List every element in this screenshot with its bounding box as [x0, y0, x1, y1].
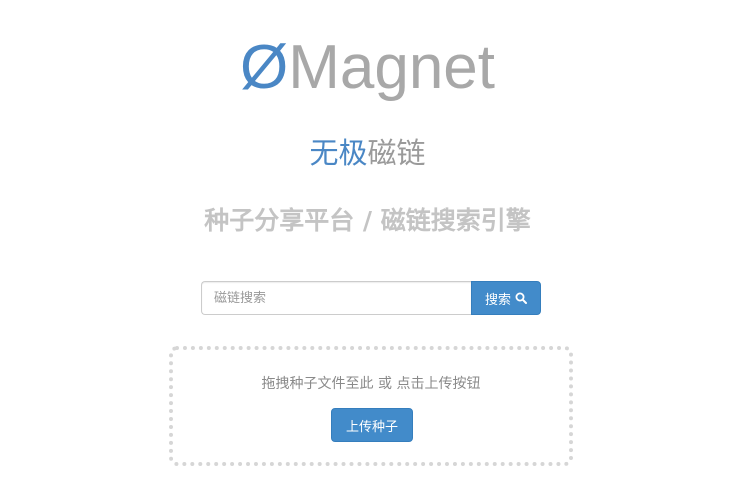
- logo-mark: Ø: [239, 33, 289, 102]
- logo-word: Magnet: [288, 33, 496, 102]
- search-input[interactable]: [201, 281, 471, 315]
- search-button-label: 搜索: [484, 292, 511, 308]
- search-icon: [515, 292, 527, 304]
- subtitle-accent: 无极: [309, 136, 368, 170]
- site-subtitle: 无极磁链: [0, 133, 735, 173]
- site-logo[interactable]: ØMagnet: [0, 32, 735, 104]
- subtitle-plain: 磁链: [367, 136, 426, 170]
- upload-torrent-button[interactable]: 上传种子: [331, 408, 413, 442]
- dropzone-hint: 拖拽种子文件至此 或 点击上传按钮: [261, 376, 481, 392]
- site-tagline: 种子分享平台 / 磁链搜索引擎: [204, 206, 531, 235]
- page: ØMagnet 无极磁链 种子分享平台 / 磁链搜索引擎 搜索 拖拽种子文件至此…: [0, 0, 735, 489]
- search-bar: 搜索: [201, 281, 541, 315]
- torrent-dropzone[interactable]: 拖拽种子文件至此 或 点击上传按钮 上传种子: [169, 346, 573, 466]
- search-button[interactable]: 搜索: [471, 281, 541, 315]
